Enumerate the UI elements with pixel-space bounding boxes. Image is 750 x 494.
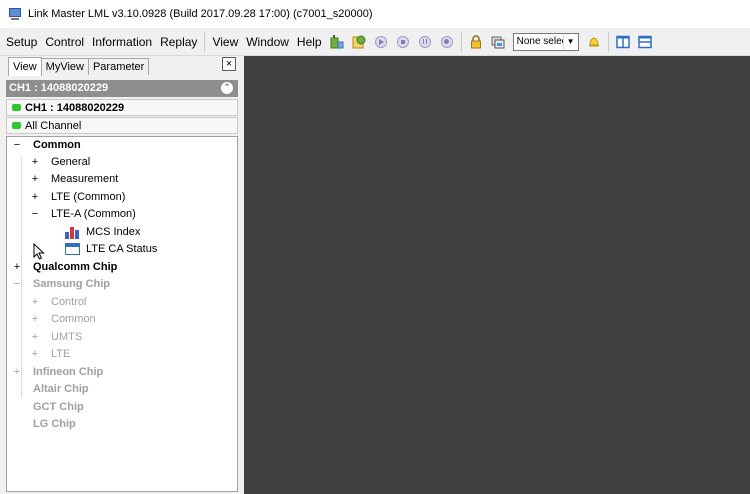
mouse-cursor-icon [33,243,45,260]
toolbar-separator [460,31,462,52]
tree-item-label: LTE [51,348,71,360]
menu-replay[interactable]: Replay [156,28,201,56]
toolbar-separator [607,31,609,52]
modem-icon[interactable] [329,34,345,50]
expand-toggle-icon[interactable]: + [30,294,40,311]
tree-item-label: LG Chip [33,418,76,430]
stop-icon[interactable] [395,34,411,50]
log-icon[interactable] [351,34,367,50]
menu-view[interactable]: View [208,28,242,56]
expand-toggle-icon[interactable]: + [30,329,40,346]
menu-bar: Setup Control Information Replay View Wi… [0,28,750,56]
device-select[interactable]: None selec ▼ [512,32,579,51]
expand-toggle-icon[interactable]: + [12,364,22,381]
toolbar-separator [204,31,206,52]
tree-item-label: Samsung Chip [33,278,111,290]
tile-vertical-icon[interactable] [615,34,631,50]
play-icon[interactable] [373,34,389,50]
window-title: Link Master LML v3.10.0928 (Build 2017.0… [28,8,373,20]
menu-setup[interactable]: Setup [0,28,41,56]
tree-item-general[interactable]: + General [7,154,237,171]
tree-item-label: Infineon Chip [33,366,104,378]
tab-parameter[interactable]: Parameter [87,58,150,75]
chevron-down-icon[interactable]: ▼ [562,33,578,50]
channel-header[interactable]: CH1 : 14088020229 ⌃ [6,80,238,97]
tree-item-label: UMTS [51,331,83,343]
tree-item-label: Altair Chip [33,383,89,395]
tree-item-samsung-common[interactable]: + Common [7,311,237,328]
channel-row-ch1[interactable]: CH1 : 14088020229 [6,99,238,116]
tree-item-ltea-common[interactable]: − LTE-A (Common) [7,206,237,223]
record-icon[interactable] [439,34,455,50]
collapse-toggle-icon[interactable]: − [12,137,22,154]
lock-icon[interactable] [468,34,484,50]
tree-item-samsung-chip[interactable]: − Samsung Chip [7,276,237,293]
tree-item-altair-chip[interactable]: Altair Chip [7,381,237,398]
channel-row-label: CH1 : 14088020229 [25,101,125,114]
menu-control[interactable]: Control [41,28,88,56]
tree-item-samsung-control[interactable]: + Control [7,294,237,311]
expand-toggle-icon[interactable]: + [12,259,22,276]
tree-item-label: LTE-A (Common) [51,208,136,220]
tile-horizontal-icon[interactable] [637,34,653,50]
mdi-workspace[interactable] [244,56,750,494]
capture-icon[interactable] [490,34,506,50]
status-led-icon [12,122,21,129]
expand-toggle-icon[interactable]: + [30,171,40,188]
panel-tabs: View MyView Parameter [8,57,150,76]
tree-item-label: Common [33,139,81,151]
channel-row-all[interactable]: All Channel [6,117,238,134]
bar-chart-icon [65,226,81,239]
tree-item-mcs-index[interactable]: MCS Index [7,224,237,241]
status-led-icon [12,104,21,111]
expand-toggle-icon[interactable]: + [30,154,40,171]
tree-item-samsung-lte[interactable]: + LTE [7,346,237,363]
window-icon [65,243,80,255]
tree-item-common[interactable]: − Common [7,137,237,154]
tree-item-label: LTE (Common) [51,191,126,203]
expand-toggle-icon[interactable]: + [30,189,40,206]
tab-myview[interactable]: MyView [40,58,89,75]
title-bar: Link Master LML v3.10.0928 (Build 2017.0… [0,0,750,28]
pause-icon[interactable] [417,34,433,50]
expand-toggle-icon[interactable]: + [30,346,40,363]
tree-item-label: LTE CA Status [86,243,158,255]
tab-view[interactable]: View [8,57,42,76]
tree-item-infineon-chip[interactable]: + Infineon Chip [7,364,237,381]
tree-item-lg-chip[interactable]: LG Chip [7,416,237,433]
channel-header-label: CH1 : 14088020229 [9,82,109,94]
all-channel-label: All Channel [25,119,82,132]
expand-toggle-icon[interactable]: + [30,311,40,328]
tree-item-label: GCT Chip [33,401,84,413]
device-select-value: None selec [516,36,563,47]
tree-item-label: MCS Index [86,226,141,238]
collapse-toggle-icon[interactable]: − [12,276,22,293]
menu-information[interactable]: Information [88,28,156,56]
bell-icon[interactable] [586,34,602,50]
tree-item-label: Measurement [51,173,119,185]
tree-item-samsung-umts[interactable]: + UMTS [7,329,237,346]
tree-item-lte-common[interactable]: + LTE (Common) [7,189,237,206]
collapse-icon[interactable]: ⌃ [221,82,233,94]
close-icon[interactable]: × [222,57,236,71]
view-tree: − Common + General + Measurement + LTE (… [6,136,238,492]
tree-item-label: General [51,156,91,168]
app-monitor-icon [8,7,22,21]
collapse-toggle-icon[interactable]: − [30,206,40,223]
tree-item-gct-chip[interactable]: GCT Chip [7,399,237,416]
tree-item-label: Qualcomm Chip [33,261,118,273]
tree-item-label: Control [51,296,87,308]
tree-item-measurement[interactable]: + Measurement [7,171,237,188]
view-panel: View MyView Parameter × CH1 : 1408802022… [0,56,244,494]
tree-item-label: Common [51,313,96,325]
menu-window[interactable]: Window [242,28,293,56]
tree-item-qualcomm-chip[interactable]: + Qualcomm Chip [7,259,237,276]
menu-help[interactable]: Help [293,28,326,56]
